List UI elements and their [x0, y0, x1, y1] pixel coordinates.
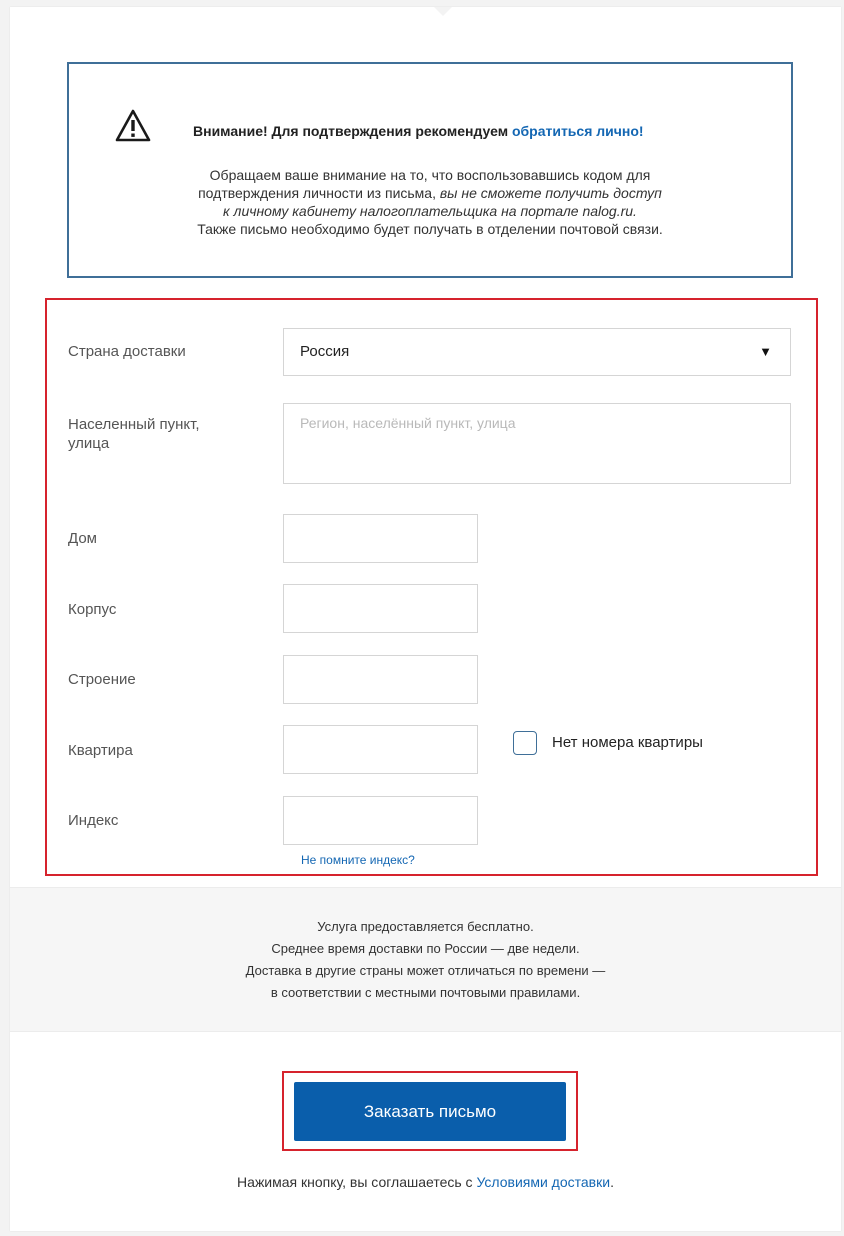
country-label: Страна доставки [68, 343, 186, 360]
submit-highlight: Заказать письмо [282, 1071, 578, 1151]
house-label: Дом [68, 530, 97, 547]
house-input[interactable] [283, 514, 478, 563]
delivery-terms-link[interactable]: Условиями доставки [476, 1174, 610, 1190]
building-input[interactable] [283, 584, 478, 633]
info-line: в соответствии с местными почтовыми прав… [270, 985, 581, 1000]
agreement-prefix: Нажимая кнопку, вы соглашаетесь с [237, 1174, 477, 1190]
address-label-line: Населенный пункт, [68, 416, 200, 433]
apartment-label: Квартира [68, 742, 133, 759]
apartment-input[interactable] [283, 725, 478, 774]
card-notch [434, 7, 452, 16]
warning-body-line: к личному кабинету налогоплательщика на … [223, 203, 637, 219]
agreement-text: Нажимая кнопку, вы соглашаетесь с Услови… [10, 1174, 841, 1190]
building-label: Корпус [68, 601, 117, 618]
main-card: Внимание! Для подтверждения рекомендуем … [10, 7, 841, 1231]
warning-body-italic: вы не сможете получить доступ [439, 185, 662, 201]
agreement-suffix: . [610, 1174, 614, 1190]
index-label: Индекс [68, 812, 119, 829]
country-select-value: Россия [300, 343, 350, 360]
warning-title: Внимание! Для подтверждения рекомендуем … [193, 123, 644, 139]
address-label-line: улица [68, 435, 110, 452]
address-input[interactable]: Регион, населённый пункт, улица [283, 403, 791, 484]
warning-box: Внимание! Для подтверждения рекомендуем … [67, 62, 793, 278]
no-apartment-checkbox[interactable] [513, 731, 537, 755]
info-line: Среднее время доставки по России — две н… [271, 941, 580, 956]
contact-in-person-link[interactable]: обратиться лично! [512, 123, 644, 139]
warning-body-text: подтверждения личности из письма, [198, 185, 440, 201]
warning-triangle-icon [115, 109, 151, 142]
warning-body-line: Также письмо необходимо будет получать в… [197, 221, 663, 237]
index-input[interactable] [283, 796, 478, 845]
warning-body-line: подтверждения личности из письма, вы не … [69, 184, 791, 202]
address-label: Населенный пункт, улица [68, 415, 200, 453]
warning-body-line: Обращаем ваше внимание на то, что воспол… [209, 167, 651, 183]
delivery-address-form: Страна доставки Россия ▼ Населенный пунк… [45, 298, 818, 876]
warning-body: Обращаем ваше внимание на то, что воспол… [69, 166, 791, 238]
country-select[interactable]: Россия ▼ [283, 328, 791, 376]
address-placeholder: Регион, населённый пункт, улица [300, 415, 516, 431]
no-apartment-label[interactable]: Нет номера квартиры [552, 734, 703, 751]
structure-input[interactable] [283, 655, 478, 704]
info-line: Услуга предоставляется бесплатно. [317, 919, 534, 934]
structure-label: Строение [68, 671, 136, 688]
warning-title-text: Внимание! Для подтверждения рекомендуем [193, 123, 512, 139]
dropdown-arrow-icon: ▼ [759, 344, 772, 359]
forgot-index-link[interactable]: Не помните индекс? [301, 853, 415, 867]
order-letter-button[interactable]: Заказать письмо [294, 1082, 566, 1141]
delivery-info: Услуга предоставляется бесплатно. Средне… [10, 887, 841, 1032]
info-line: Доставка в другие страны может отличатьс… [245, 963, 606, 978]
